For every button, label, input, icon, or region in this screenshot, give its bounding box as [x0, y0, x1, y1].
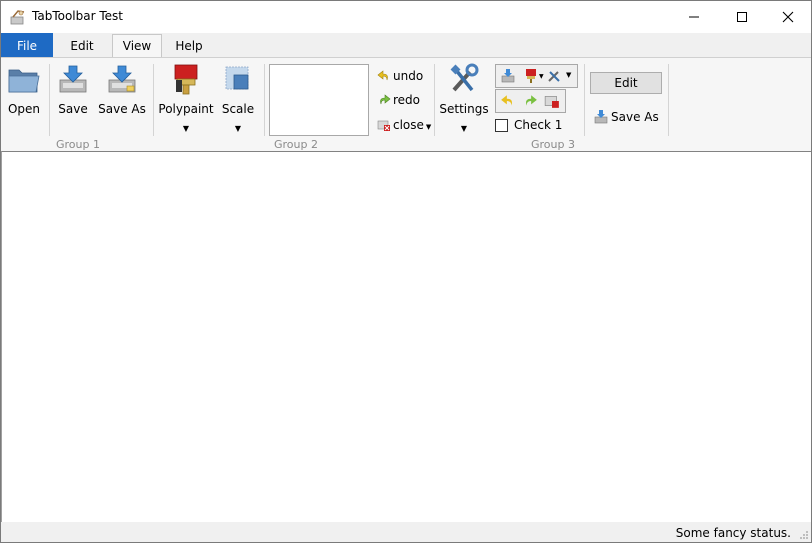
save-button[interactable]: Save — [53, 62, 93, 116]
save-as-icon — [108, 65, 136, 93]
tab-row: File Edit View Help ▲ ? — [1, 33, 811, 83]
undo-label: undo — [393, 69, 424, 83]
chevron-down-icon: ▼ — [460, 124, 468, 133]
open-button[interactable]: Open — [4, 62, 44, 116]
paint-small-icon[interactable] — [523, 68, 539, 84]
tab-help[interactable]: Help — [167, 35, 211, 57]
minimize-icon — [689, 16, 699, 18]
ribbon-panel: Open Save Save As Group 1 Polypaint ▼ Sc… — [1, 57, 811, 152]
scale-icon — [225, 66, 249, 90]
scale-button[interactable]: Scale ▼ — [218, 62, 258, 133]
group-1-label: Group 1 — [56, 138, 100, 151]
tools-icon — [450, 63, 479, 92]
chevron-down-icon: ▼ — [234, 124, 242, 133]
close-button[interactable]: close ▼ — [377, 115, 431, 135]
tab-edit[interactable]: Edit — [61, 35, 103, 57]
maximize-button[interactable] — [719, 1, 765, 33]
preview-box — [269, 64, 369, 136]
tools-small-icon[interactable] — [546, 68, 562, 84]
group-divider — [434, 64, 435, 136]
undo-small-icon[interactable] — [500, 93, 516, 109]
chevron-down-icon: ▼ — [539, 73, 544, 80]
redo-button[interactable]: redo — [377, 90, 420, 110]
group-3-label: Group 3 — [531, 138, 575, 151]
close-window-button[interactable] — [765, 1, 811, 33]
close-doc-icon — [377, 120, 390, 131]
quick-toolbar-top: ▼ ▼ — [495, 64, 578, 88]
tab-view[interactable]: View — [112, 34, 162, 58]
check-1[interactable]: Check 1 — [495, 118, 562, 132]
divider — [264, 64, 265, 136]
close-small-icon[interactable] — [544, 93, 560, 109]
settings-button[interactable]: Settings ▼ — [439, 62, 489, 133]
close-icon — [782, 11, 794, 23]
redo-label: redo — [393, 93, 421, 107]
save-as-small-label: Save As — [611, 110, 659, 124]
close-label: close — [393, 118, 424, 132]
check-1-label: Check 1 — [514, 118, 563, 132]
save-as-icon — [594, 110, 608, 124]
undo-icon — [377, 70, 388, 81]
paint-bucket-icon — [174, 64, 198, 95]
divider — [49, 64, 50, 136]
minimize-button[interactable] — [671, 1, 717, 33]
undo-button[interactable]: undo — [377, 66, 423, 86]
save-small-icon[interactable] — [500, 68, 516, 84]
maximize-icon — [737, 12, 747, 22]
redo-icon — [380, 94, 391, 105]
main-content-area[interactable] — [1, 151, 811, 523]
folder-icon — [8, 69, 40, 93]
tab-file[interactable]: File — [1, 33, 53, 57]
save-icon — [59, 65, 87, 93]
chevron-down-icon: ▼ — [182, 124, 190, 133]
status-bar: Some fancy status. — [1, 522, 811, 542]
scale-label: Scale — [221, 102, 255, 116]
save-as-small-button[interactable]: Save As — [593, 107, 659, 127]
checkbox[interactable] — [495, 118, 508, 132]
quick-toolbar-bottom — [495, 89, 566, 113]
edit-button[interactable]: Edit — [590, 72, 662, 94]
save-as-label: Save As — [98, 102, 146, 116]
status-text: Some fancy status. — [675, 526, 791, 540]
title-bar: TabToolbar Test — [1, 1, 811, 33]
window-title: TabToolbar Test — [32, 9, 123, 23]
app-icon — [10, 10, 25, 25]
chevron-down-icon[interactable]: ▼ — [566, 71, 571, 79]
polypaint-button[interactable]: Polypaint ▼ — [158, 62, 214, 133]
divider — [584, 64, 585, 136]
group-divider — [668, 64, 669, 136]
save-as-button[interactable]: Save As — [98, 62, 146, 116]
chevron-down-icon: ▼ — [425, 123, 432, 131]
group-divider — [153, 64, 154, 136]
app-window: TabToolbar Test File Edit View Help ▲ ? … — [0, 0, 812, 543]
settings-label: Settings — [439, 102, 489, 116]
resize-grip-icon[interactable] — [799, 530, 809, 540]
redo-small-icon[interactable] — [522, 93, 538, 109]
group-2-label: Group 2 — [274, 138, 318, 151]
